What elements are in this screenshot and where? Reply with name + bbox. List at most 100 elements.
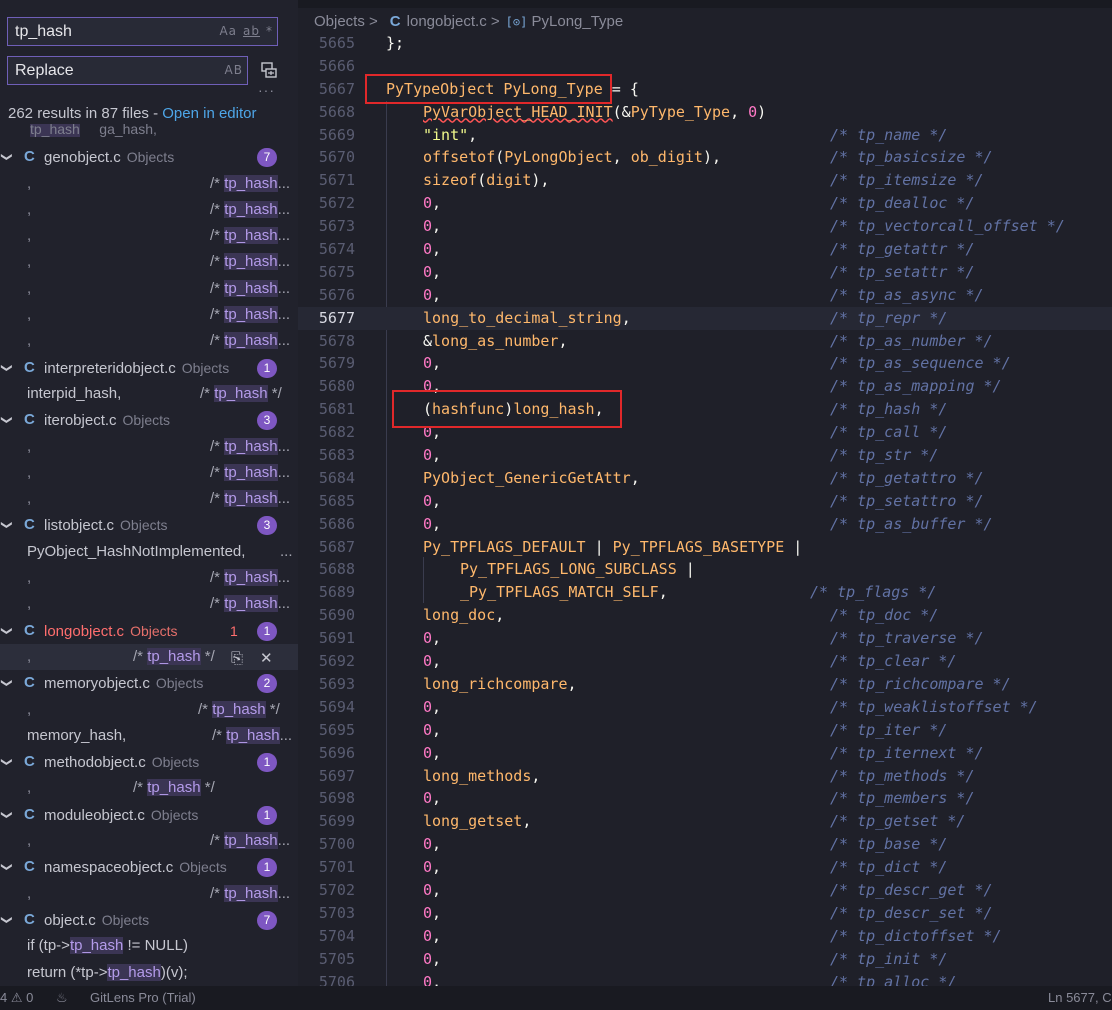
result-file[interactable]: ❯ Cobject.c Objects 7 [0,907,298,933]
code-line[interactable]: 5684 PyObject_GenericGetAttr, /* tp_getatt… [298,467,1112,490]
breadcrumb-file[interactable]: longobject.c [407,13,487,30]
result-match[interactable]: , /* tp_hash... [0,302,298,328]
code-line[interactable]: 5690 long_doc, /* tp_doc */ [298,604,1112,627]
more-actions-icon[interactable]: ··· [258,82,275,98]
code-line[interactable]: 5678 &long_as_number,/* tp_as_number */ [298,330,1112,353]
result-match[interactable]: , /* tp_hash... [0,486,298,512]
code-line[interactable]: 5688 Py_TPFLAGS_LONG_SUBCLASS | [298,558,1112,581]
result-file[interactable]: ❯ Cmethodobject.c Objects 1 [0,749,298,775]
result-file[interactable]: ❯ Cnamespaceobject.c Objects 1 [0,854,298,880]
breadcrumb-symbol[interactable]: PyLong_Type [532,13,624,30]
code-line[interactable]: 5694 0, /* tp_weaklistoffset */ [298,696,1112,719]
line-code: 0, [423,879,441,902]
line-number: 5672 [318,194,355,213]
code-line[interactable]: 5670 offsetof(PyLongObject, ob_digit), /* … [298,146,1112,169]
code-line[interactable]: 5672 0, /* tp_dealloc */ [298,192,1112,215]
result-file[interactable]: ❯ Clongobject.c Objects 1 1 [0,618,298,644]
code-line[interactable]: 5700 0, /* tp_base */ [298,833,1112,856]
partial-result-row[interactable]: tp_hash ga_hash, [30,124,157,138]
result-match[interactable]: memory_hash, /* tp_hash... [0,723,298,749]
result-file[interactable]: ❯ Cmoduleobject.c Objects 1 [0,802,298,828]
result-match[interactable]: , /* tp_hash... [0,223,298,249]
result-match[interactable]: if (tp->tp_hash != NULL) [0,933,298,959]
result-file[interactable]: ❯ Cgenobject.c Objects 7 [0,144,298,170]
code-line[interactable]: 5697 long_methods, /* tp_methods */ [298,765,1112,788]
replace-icon[interactable]: ⎘ [231,646,243,672]
code-token: ) [757,102,767,121]
code-line[interactable]: 5705 0, /* tp_init */ [298,948,1112,971]
gitlens-status[interactable]: GitLens Pro (Trial) [90,986,196,1010]
replace-all-icon[interactable] [259,61,279,79]
code-line[interactable]: 5695 0, /* tp_iter */ [298,719,1112,742]
result-match[interactable]: PyObject_HashNotImplemented,... [0,539,298,565]
code-line[interactable]: 5706 0, /* tp_alloc */ [298,971,1112,986]
c-file-icon: C [24,910,35,928]
code-line[interactable]: 5691 0, /* tp_traverse */ [298,627,1112,650]
result-match[interactable]: , /* tp_hash... [0,249,298,275]
code-line[interactable]: 5704 0, /* tp_dictoffset */ [298,925,1112,948]
use-regex-toggle[interactable]: * [266,24,273,38]
result-match[interactable]: , /* tp_hash */ ⎘ ✕ [0,643,298,672]
code-line[interactable]: 5696 0, /* tp_iternext */ [298,742,1112,765]
result-match[interactable]: , /* tp_hash */ [0,697,298,723]
result-match[interactable]: , /* tp_hash... [0,828,298,854]
result-file[interactable]: ❯ Cmemoryobject.c Objects 2 [0,670,298,696]
search-input[interactable]: tp_hash Aa ab * [7,17,278,46]
result-file[interactable]: ❯ Cinterpreteridobject.c Objects 1 [0,355,298,381]
result-match[interactable]: , /* tp_hash... [0,171,298,197]
code-line[interactable]: 5673 0, /* tp_vectorcall_offset */ [298,215,1112,238]
result-match[interactable]: , /* tp_hash... [0,460,298,486]
code-line[interactable]: 5676 0, /* tp_as_async */ [298,284,1112,307]
code-line[interactable]: 5686 0, /* tp_as_buffer */ [298,513,1112,536]
result-comment: /* tp_hash... [210,569,291,586]
code-lines[interactable]: 5665}; 5666 5667 PyTypeObject PyLong_Type =… [298,32,1112,986]
replace-input[interactable]: Replace AB [7,56,248,85]
breadcrumb-folder[interactable]: Objects [314,13,365,30]
code-line[interactable]: 5671 sizeof(digit), /* tp_itemsize */ [298,169,1112,192]
code-line[interactable]: 5699 long_getset, /* tp_getset */ [298,810,1112,833]
preserve-case-toggle[interactable]: AB [219,57,243,84]
code-line[interactable]: 5679 0, /* tp_as_sequence */ [298,352,1112,375]
code-line[interactable]: 5675 0, /* tp_setattr */ [298,261,1112,284]
open-in-editor-link[interactable]: Open in editor [162,105,256,122]
code-line[interactable]: 5701 0, /* tp_dict */ [298,856,1112,879]
result-match[interactable]: , /* tp_hash... [0,434,298,460]
result-file[interactable]: ❯ Citerobject.c Objects 3 [0,407,298,433]
result-match[interactable]: , /* tp_hash... [0,565,298,591]
result-match[interactable]: , /* tp_hash */ [0,775,298,801]
gitlens-icon[interactable]: ♨ [56,986,68,1010]
code-comment: /* tp_as_async */ [830,285,984,304]
code-line[interactable]: 5698 0, /* tp_members */ [298,787,1112,810]
result-prefix: , [27,306,32,323]
result-highlight: tp_hash [224,884,278,902]
code-token: , [558,331,568,350]
result-match[interactable]: , /* tp_hash... [0,328,298,354]
code-line[interactable]: 5689 _Py_TPFLAGS_MATCH_SELF, /* tp_flags *… [298,581,1112,604]
line-code: 0, [423,627,441,650]
code-line[interactable]: 5703 0, /* tp_descr_set */ [298,902,1112,925]
code-line[interactable]: 5683 0, /* tp_str */ [298,444,1112,467]
code-line[interactable]: 5687 Py_TPFLAGS_DEFAULT | Py_TPFLAGS_BASE… [298,536,1112,559]
code-line[interactable]: 5692 0, /* tp_clear */ [298,650,1112,673]
result-match[interactable]: , /* tp_hash... [0,591,298,617]
close-icon[interactable]: ✕ [260,646,273,672]
code-line[interactable]: 5685 0, /* tp_setattro */ [298,490,1112,513]
result-match[interactable]: , /* tp_hash... [0,276,298,302]
code-line[interactable]: 5702 0, /* tp_descr_get */ [298,879,1112,902]
match-whole-word-toggle[interactable]: ab [243,24,260,38]
result-file[interactable]: ❯ Clistobject.c Objects 3 [0,512,298,538]
result-match[interactable]: , /* tp_hash... [0,881,298,907]
match-case-toggle[interactable]: Aa [219,24,237,38]
result-match[interactable]: , /* tp_hash... [0,197,298,223]
problems-count[interactable]: 4 ⚠ 0 [0,986,33,1010]
code-line[interactable]: 5677 long_to_decimal_string, /* tp_repr */ [298,306,1112,330]
code-line[interactable]: 5668 PyVarObject_HEAD_INIT(&PyType_Type, … [298,101,1112,124]
code-token: , [531,766,541,785]
code-line[interactable]: 5665}; [298,32,1112,55]
result-match[interactable]: return (*tp->tp_hash)(v); [0,960,298,986]
cursor-position[interactable]: Ln 5677, C [1048,986,1112,1010]
code-line[interactable]: 5669 "int", /* tp_name */ [298,124,1112,147]
code-line[interactable]: 5693 long_richcompare, /* tp_richcompare *… [298,673,1112,696]
code-line[interactable]: 5674 0, /* tp_getattr */ [298,238,1112,261]
result-match[interactable]: interpid_hash, /* tp_hash */ [0,381,298,407]
